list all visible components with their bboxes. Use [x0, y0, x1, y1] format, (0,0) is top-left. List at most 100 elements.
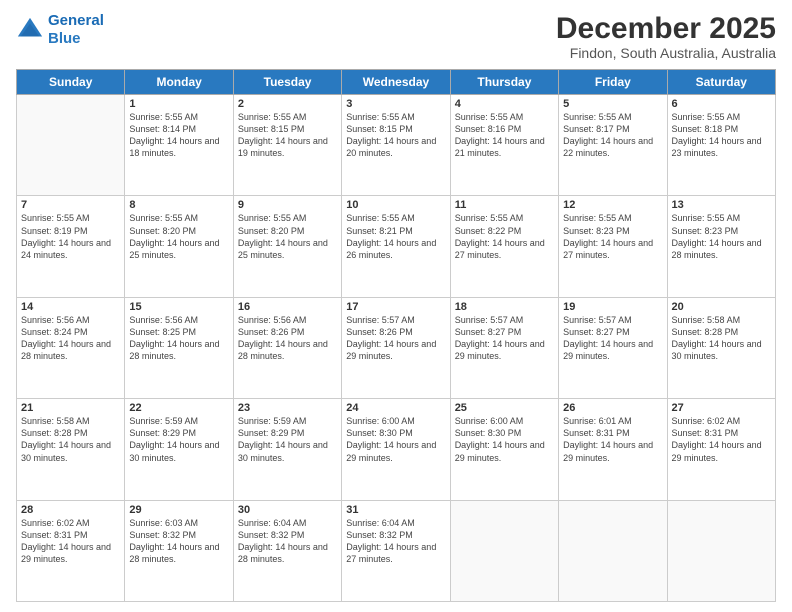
calendar-cell: 14Sunrise: 5:56 AMSunset: 8:24 PMDayligh…: [17, 297, 125, 398]
logo-text: General Blue: [48, 12, 104, 48]
calendar-cell: 23Sunrise: 5:59 AMSunset: 8:29 PMDayligh…: [233, 399, 341, 500]
calendar-cell: 31Sunrise: 6:04 AMSunset: 8:32 PMDayligh…: [342, 500, 450, 601]
calendar-cell: 21Sunrise: 5:58 AMSunset: 8:28 PMDayligh…: [17, 399, 125, 500]
day-number: 9: [238, 199, 337, 211]
day-number: 22: [129, 402, 228, 414]
cell-content: Sunrise: 5:59 AMSunset: 8:29 PMDaylight:…: [238, 415, 337, 464]
day-number: 10: [346, 199, 445, 211]
calendar-cell: 8Sunrise: 5:55 AMSunset: 8:20 PMDaylight…: [125, 196, 233, 297]
calendar-cell: 26Sunrise: 6:01 AMSunset: 8:31 PMDayligh…: [559, 399, 667, 500]
day-number: 14: [21, 301, 120, 313]
cell-content: Sunrise: 5:57 AMSunset: 8:26 PMDaylight:…: [346, 314, 445, 363]
cell-content: Sunrise: 5:55 AMSunset: 8:15 PMDaylight:…: [238, 111, 337, 160]
day-number: 18: [455, 301, 554, 313]
calendar-cell: [559, 500, 667, 601]
calendar-cell: 7Sunrise: 5:55 AMSunset: 8:19 PMDaylight…: [17, 196, 125, 297]
page: General Blue December 2025 Findon, South…: [0, 0, 792, 612]
day-number: 24: [346, 402, 445, 414]
calendar-cell: 12Sunrise: 5:55 AMSunset: 8:23 PMDayligh…: [559, 196, 667, 297]
day-number: 21: [21, 402, 120, 414]
day-number: 15: [129, 301, 228, 313]
day-number: 25: [455, 402, 554, 414]
calendar-cell: 10Sunrise: 5:55 AMSunset: 8:21 PMDayligh…: [342, 196, 450, 297]
calendar-cell: 15Sunrise: 5:56 AMSunset: 8:25 PMDayligh…: [125, 297, 233, 398]
cell-content: Sunrise: 5:57 AMSunset: 8:27 PMDaylight:…: [455, 314, 554, 363]
day-number: 12: [563, 199, 662, 211]
cell-content: Sunrise: 6:00 AMSunset: 8:30 PMDaylight:…: [455, 415, 554, 464]
cell-content: Sunrise: 5:55 AMSunset: 8:21 PMDaylight:…: [346, 212, 445, 261]
cell-content: Sunrise: 5:58 AMSunset: 8:28 PMDaylight:…: [672, 314, 771, 363]
day-number: 3: [346, 98, 445, 110]
day-number: 1: [129, 98, 228, 110]
cell-content: Sunrise: 5:55 AMSunset: 8:14 PMDaylight:…: [129, 111, 228, 160]
day-number: 31: [346, 504, 445, 516]
calendar-day-header: Friday: [559, 70, 667, 95]
cell-content: Sunrise: 5:56 AMSunset: 8:24 PMDaylight:…: [21, 314, 120, 363]
calendar-cell: 20Sunrise: 5:58 AMSunset: 8:28 PMDayligh…: [667, 297, 775, 398]
logo-icon: [16, 16, 44, 44]
day-number: 19: [563, 301, 662, 313]
day-number: 23: [238, 402, 337, 414]
day-number: 28: [21, 504, 120, 516]
cell-content: Sunrise: 6:00 AMSunset: 8:30 PMDaylight:…: [346, 415, 445, 464]
calendar-cell: 5Sunrise: 5:55 AMSunset: 8:17 PMDaylight…: [559, 95, 667, 196]
calendar-table: SundayMondayTuesdayWednesdayThursdayFrid…: [16, 69, 776, 602]
calendar-day-header: Thursday: [450, 70, 558, 95]
calendar-cell: 29Sunrise: 6:03 AMSunset: 8:32 PMDayligh…: [125, 500, 233, 601]
cell-content: Sunrise: 5:55 AMSunset: 8:19 PMDaylight:…: [21, 212, 120, 261]
cell-content: Sunrise: 5:55 AMSunset: 8:17 PMDaylight:…: [563, 111, 662, 160]
calendar-cell: 16Sunrise: 5:56 AMSunset: 8:26 PMDayligh…: [233, 297, 341, 398]
calendar-cell: 24Sunrise: 6:00 AMSunset: 8:30 PMDayligh…: [342, 399, 450, 500]
calendar-day-header: Monday: [125, 70, 233, 95]
calendar-cell: 11Sunrise: 5:55 AMSunset: 8:22 PMDayligh…: [450, 196, 558, 297]
cell-content: Sunrise: 6:03 AMSunset: 8:32 PMDaylight:…: [129, 517, 228, 566]
calendar-cell: 6Sunrise: 5:55 AMSunset: 8:18 PMDaylight…: [667, 95, 775, 196]
cell-content: Sunrise: 6:04 AMSunset: 8:32 PMDaylight:…: [238, 517, 337, 566]
cell-content: Sunrise: 5:55 AMSunset: 8:18 PMDaylight:…: [672, 111, 771, 160]
calendar-cell: 13Sunrise: 5:55 AMSunset: 8:23 PMDayligh…: [667, 196, 775, 297]
cell-content: Sunrise: 6:02 AMSunset: 8:31 PMDaylight:…: [672, 415, 771, 464]
calendar-cell: 17Sunrise: 5:57 AMSunset: 8:26 PMDayligh…: [342, 297, 450, 398]
cell-content: Sunrise: 5:55 AMSunset: 8:16 PMDaylight:…: [455, 111, 554, 160]
day-number: 16: [238, 301, 337, 313]
calendar-cell: 3Sunrise: 5:55 AMSunset: 8:15 PMDaylight…: [342, 95, 450, 196]
calendar-cell: [450, 500, 558, 601]
calendar-cell: 9Sunrise: 5:55 AMSunset: 8:20 PMDaylight…: [233, 196, 341, 297]
day-number: 5: [563, 98, 662, 110]
cell-content: Sunrise: 5:59 AMSunset: 8:29 PMDaylight:…: [129, 415, 228, 464]
calendar-cell: 30Sunrise: 6:04 AMSunset: 8:32 PMDayligh…: [233, 500, 341, 601]
calendar-cell: 2Sunrise: 5:55 AMSunset: 8:15 PMDaylight…: [233, 95, 341, 196]
cell-content: Sunrise: 5:57 AMSunset: 8:27 PMDaylight:…: [563, 314, 662, 363]
day-number: 29: [129, 504, 228, 516]
day-number: 2: [238, 98, 337, 110]
header: General Blue December 2025 Findon, South…: [16, 12, 776, 61]
subtitle: Findon, South Australia, Australia: [556, 45, 776, 61]
day-number: 6: [672, 98, 771, 110]
calendar-cell: 1Sunrise: 5:55 AMSunset: 8:14 PMDaylight…: [125, 95, 233, 196]
cell-content: Sunrise: 5:55 AMSunset: 8:20 PMDaylight:…: [129, 212, 228, 261]
cell-content: Sunrise: 5:55 AMSunset: 8:15 PMDaylight:…: [346, 111, 445, 160]
calendar-week-row: 28Sunrise: 6:02 AMSunset: 8:31 PMDayligh…: [17, 500, 776, 601]
calendar-week-row: 7Sunrise: 5:55 AMSunset: 8:19 PMDaylight…: [17, 196, 776, 297]
cell-content: Sunrise: 5:56 AMSunset: 8:25 PMDaylight:…: [129, 314, 228, 363]
cell-content: Sunrise: 5:55 AMSunset: 8:22 PMDaylight:…: [455, 212, 554, 261]
day-number: 4: [455, 98, 554, 110]
day-number: 11: [455, 199, 554, 211]
cell-content: Sunrise: 5:56 AMSunset: 8:26 PMDaylight:…: [238, 314, 337, 363]
calendar-cell: 4Sunrise: 5:55 AMSunset: 8:16 PMDaylight…: [450, 95, 558, 196]
cell-content: Sunrise: 5:55 AMSunset: 8:23 PMDaylight:…: [563, 212, 662, 261]
title-block: December 2025 Findon, South Australia, A…: [556, 12, 776, 61]
calendar-cell: 27Sunrise: 6:02 AMSunset: 8:31 PMDayligh…: [667, 399, 775, 500]
calendar-cell: [17, 95, 125, 196]
calendar-week-row: 21Sunrise: 5:58 AMSunset: 8:28 PMDayligh…: [17, 399, 776, 500]
day-number: 27: [672, 402, 771, 414]
day-number: 13: [672, 199, 771, 211]
calendar-cell: 19Sunrise: 5:57 AMSunset: 8:27 PMDayligh…: [559, 297, 667, 398]
calendar-day-header: Sunday: [17, 70, 125, 95]
day-number: 7: [21, 199, 120, 211]
calendar-day-header: Wednesday: [342, 70, 450, 95]
calendar-header-row: SundayMondayTuesdayWednesdayThursdayFrid…: [17, 70, 776, 95]
main-title: December 2025: [556, 12, 776, 45]
logo: General Blue: [16, 12, 104, 48]
calendar-cell: 25Sunrise: 6:00 AMSunset: 8:30 PMDayligh…: [450, 399, 558, 500]
